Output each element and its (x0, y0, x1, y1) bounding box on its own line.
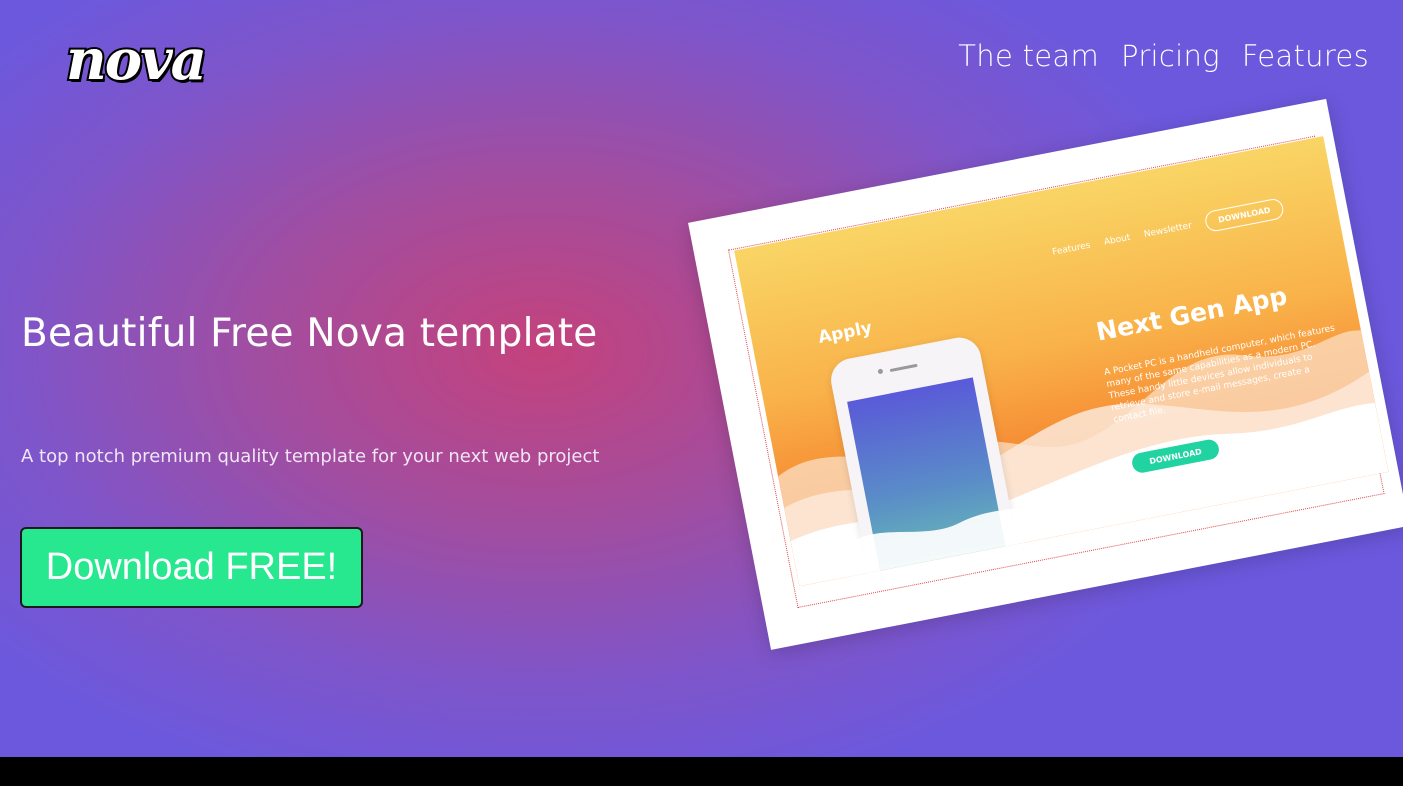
mockup-nav-about: About (1103, 232, 1132, 248)
nav-link-pricing[interactable]: Pricing (1121, 36, 1220, 76)
top-nav: The team Pricing Features (958, 36, 1369, 76)
phone-speaker-icon (889, 363, 918, 373)
hero-section: nova The team Pricing Features Beautiful… (0, 0, 1403, 757)
mockup-screen: Apply Features About Newsletter DOWNLOAD… (734, 136, 1389, 587)
template-preview-mockup: Apply Features About Newsletter DOWNLOAD… (688, 98, 1403, 650)
bottom-black-bar (0, 757, 1403, 786)
mockup-nav-features: Features (1051, 240, 1092, 258)
hero-subline: A top notch premium quality template for… (21, 446, 600, 467)
mockup-nav-newsletter: Newsletter (1143, 220, 1193, 240)
nav-link-team[interactable]: The team (958, 36, 1099, 76)
nova-logo[interactable]: nova (64, 28, 209, 92)
phone-camera-icon (877, 368, 884, 375)
nav-link-features[interactable]: Features (1242, 36, 1369, 76)
download-free-button[interactable]: Download FREE! (20, 527, 363, 608)
hero-headline: Beautiful Free Nova template (21, 311, 598, 356)
